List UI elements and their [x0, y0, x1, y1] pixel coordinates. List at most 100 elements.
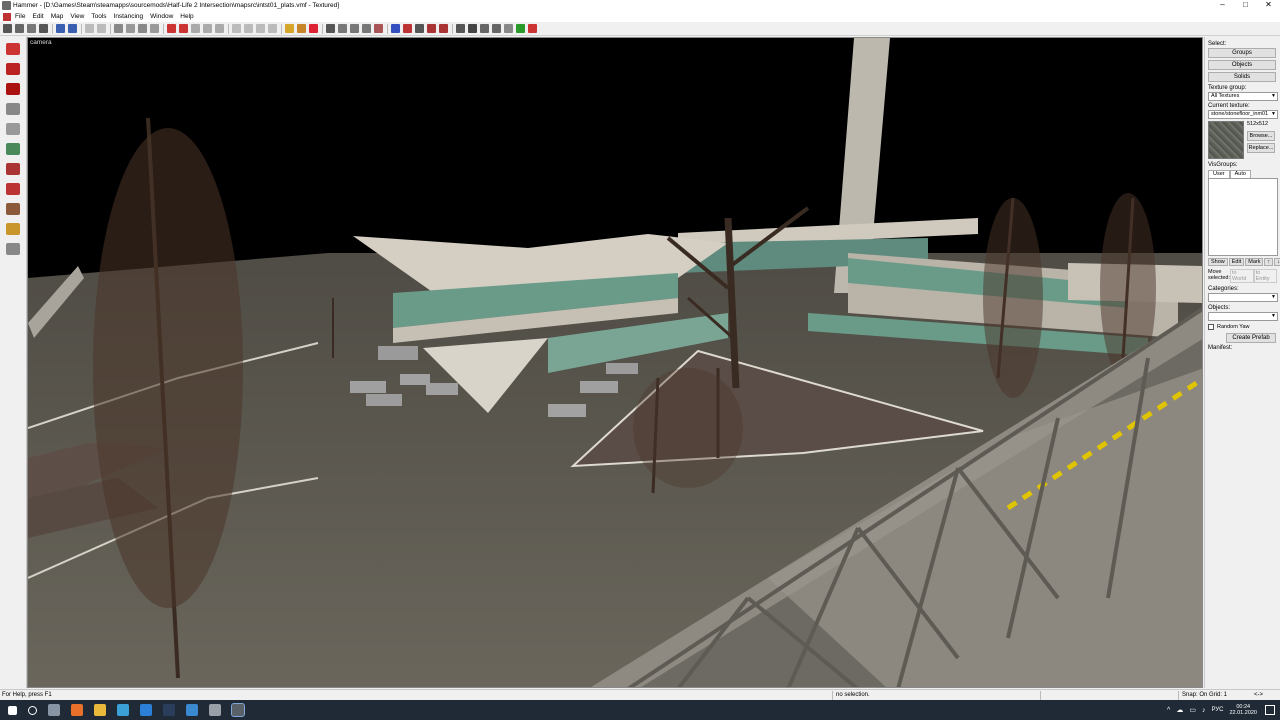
hide-icon[interactable]	[138, 24, 147, 33]
clock[interactable]: 00:24 22.01.2020	[1229, 704, 1257, 716]
select-groups-button[interactable]: Groups	[1208, 48, 1276, 58]
move-up-button[interactable]: ↑	[1264, 258, 1274, 266]
show-button[interactable]: Show	[1208, 258, 1228, 266]
steam-icon[interactable]	[163, 704, 175, 716]
block-tool[interactable]	[3, 120, 23, 138]
chevron-up-icon[interactable]: ^	[1167, 707, 1170, 714]
camera-tool[interactable]	[3, 80, 23, 98]
grid-icon[interactable]	[3, 24, 12, 33]
language-indicator[interactable]: РУС	[1211, 707, 1223, 713]
menu-instancing[interactable]: Instancing	[114, 13, 144, 20]
to-world-button[interactable]: to World	[1230, 269, 1254, 283]
vertex-icon[interactable]	[374, 24, 383, 33]
toggle-decals-icon[interactable]	[203, 24, 212, 33]
select-objects-button[interactable]: Objects	[1208, 60, 1276, 70]
move-down-button[interactable]: ↓	[1274, 258, 1280, 266]
decal-icon[interactable]	[415, 24, 424, 33]
menu-tools[interactable]: Tools	[91, 13, 106, 20]
menu-view[interactable]: View	[70, 13, 84, 20]
categories-dropdown[interactable]: ▼	[1208, 293, 1278, 302]
path-tool[interactable]	[3, 240, 23, 258]
grid-3d-icon[interactable]	[39, 24, 48, 33]
paste-special-icon[interactable]	[268, 24, 277, 33]
menu-window[interactable]: Window	[150, 13, 173, 20]
run-map-icon[interactable]	[456, 24, 465, 33]
camera-icon[interactable]	[350, 24, 359, 33]
displacement-icon[interactable]	[439, 24, 448, 33]
texture-group-dropdown[interactable]: All Textures ▼	[1208, 92, 1278, 101]
maximize-button[interactable]: □	[1234, 0, 1257, 11]
apply-texture-tool[interactable]	[3, 160, 23, 178]
visgroup-list[interactable]	[1208, 178, 1278, 256]
3d-camera-viewport[interactable]: camera	[27, 37, 1203, 688]
notification-icon[interactable]	[1265, 705, 1275, 715]
objects-dropdown[interactable]: ▼	[1208, 312, 1278, 321]
entity-report-icon[interactable]	[297, 24, 306, 33]
windows-start-icon[interactable]	[8, 705, 17, 715]
selection-mode-icon[interactable]	[338, 24, 347, 33]
texture-tool[interactable]	[3, 140, 23, 158]
toggle-models-icon[interactable]	[191, 24, 200, 33]
menu-file[interactable]: File	[15, 13, 25, 20]
compile-icon[interactable]	[468, 24, 477, 33]
tab-user[interactable]: User	[1208, 170, 1230, 178]
radius-culling-icon[interactable]	[285, 24, 294, 33]
skype-icon[interactable]	[117, 704, 129, 716]
selection-tool[interactable]	[3, 40, 23, 58]
check-problems-icon[interactable]	[309, 24, 318, 33]
task-view-icon[interactable]	[48, 704, 60, 716]
clipping-icon[interactable]	[362, 24, 371, 33]
close-button[interactable]: ✕	[1257, 0, 1280, 11]
menu-help[interactable]: Help	[180, 13, 193, 20]
clip-tool[interactable]	[3, 200, 23, 218]
menu-edit[interactable]: Edit	[32, 13, 43, 20]
to-entity-button[interactable]: to Entity	[1253, 269, 1277, 283]
toggle-overlays-icon[interactable]	[215, 24, 224, 33]
toggle-cordon-icon[interactable]	[167, 24, 176, 33]
vertex-tool[interactable]	[3, 220, 23, 238]
info-icon[interactable]	[528, 24, 537, 33]
cut-icon[interactable]	[232, 24, 241, 33]
undo-icon[interactable]	[85, 24, 94, 33]
steam-icon[interactable]	[516, 24, 525, 33]
entity-tool[interactable]	[3, 100, 23, 118]
unhide-icon[interactable]	[150, 24, 159, 33]
calculator-icon[interactable]	[480, 24, 489, 33]
file-explorer-icon[interactable]	[94, 704, 106, 716]
create-prefab-button[interactable]: Create Prefab	[1226, 333, 1276, 343]
hammer-taskbar-icon[interactable]	[231, 703, 245, 717]
copy-icon[interactable]	[244, 24, 253, 33]
group-icon[interactable]	[68, 24, 77, 33]
model-browser-icon[interactable]	[492, 24, 501, 33]
replace-button[interactable]: Replace...	[1247, 143, 1275, 153]
edit-button[interactable]: Edit	[1228, 258, 1245, 266]
paste-icon[interactable]	[256, 24, 265, 33]
current-texture-dropdown[interactable]: stone/stonefloor_inm01 ▼	[1208, 110, 1278, 119]
select-all-icon[interactable]	[326, 24, 335, 33]
texture-application-icon[interactable]	[391, 24, 400, 33]
toggle-helpers-icon[interactable]	[179, 24, 188, 33]
texture-lock-icon[interactable]	[114, 24, 123, 33]
overlay-icon[interactable]	[427, 24, 436, 33]
menu-map[interactable]: Map	[51, 13, 64, 20]
apply-texture-icon[interactable]	[403, 24, 412, 33]
random-yaw-checkbox[interactable]	[1208, 324, 1214, 330]
mark-button[interactable]: Mark	[1245, 258, 1264, 266]
calculator-icon[interactable]	[209, 704, 221, 716]
grid-larger-icon[interactable]	[27, 24, 36, 33]
group-ignore-icon[interactable]	[126, 24, 135, 33]
decal-tool[interactable]	[3, 180, 23, 198]
firefox-icon[interactable]	[71, 704, 83, 716]
texture-preview[interactable]	[1208, 121, 1244, 159]
browser-icon[interactable]	[140, 704, 152, 716]
carve-icon[interactable]	[56, 24, 65, 33]
grid-smaller-icon[interactable]	[15, 24, 24, 33]
app-icon[interactable]	[186, 704, 198, 716]
select-solids-button[interactable]: Solids	[1208, 72, 1276, 82]
cloud-icon[interactable]: ☁	[1176, 706, 1183, 714]
magnify-tool[interactable]	[3, 60, 23, 78]
tab-auto[interactable]: Auto	[1229, 170, 1251, 178]
volume-icon[interactable]: ♪	[1202, 707, 1206, 714]
redo-icon[interactable]	[97, 24, 106, 33]
browse-button[interactable]: Browse...	[1247, 131, 1275, 141]
